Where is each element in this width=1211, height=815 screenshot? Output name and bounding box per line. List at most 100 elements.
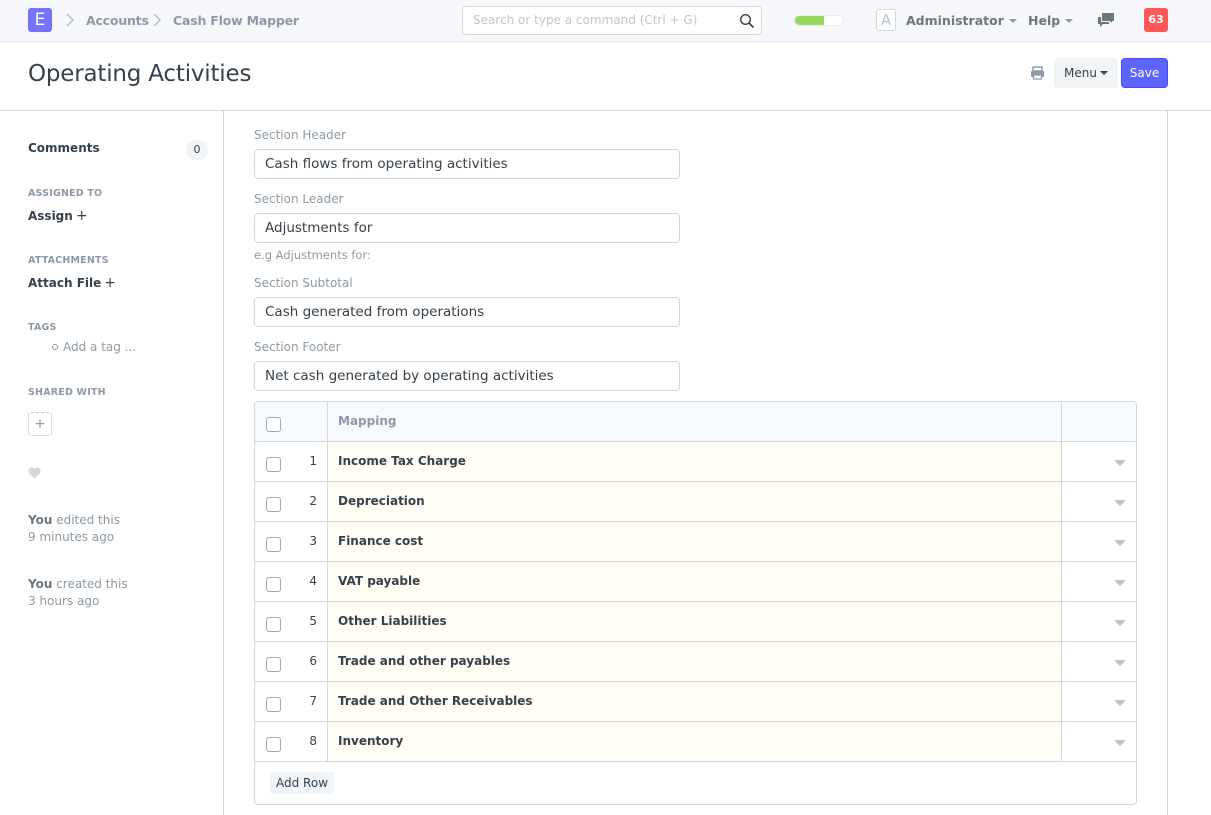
assigned-to-label: ASSIGNED TO	[28, 188, 103, 199]
grid-header: Mapping	[255, 402, 1136, 442]
row-checkbox[interactable]	[266, 497, 281, 512]
section-leader-label: Section Leader	[254, 192, 344, 206]
breadcrumb-accounts[interactable]: Accounts	[86, 13, 149, 28]
app-logo[interactable]: E	[28, 8, 52, 32]
save-button[interactable]: Save	[1121, 58, 1168, 88]
chat-icon[interactable]	[1097, 12, 1115, 28]
shared-with-label: SHARED WITH	[28, 387, 106, 398]
row-checkbox[interactable]	[266, 577, 281, 592]
chevron-right-icon	[66, 13, 75, 27]
mapping-cell[interactable]	[328, 562, 1061, 601]
caret-down-icon	[1099, 70, 1108, 75]
menu-button[interactable]: Menu	[1054, 58, 1118, 88]
row-checkbox[interactable]	[266, 537, 281, 552]
caret-down-icon	[1008, 18, 1017, 23]
help-menu-label: Help	[1028, 13, 1061, 28]
section-header-label: Section Header	[254, 128, 347, 142]
section-subtotal-label: Section Subtotal	[254, 276, 353, 290]
search-input[interactable]	[473, 13, 733, 27]
plus-icon: +	[75, 208, 88, 224]
add-tag-input[interactable]: Add a tag ...	[52, 340, 136, 354]
row-index: 3	[309, 534, 317, 548]
row-edit-caret-icon[interactable]	[1114, 460, 1126, 466]
comments-link[interactable]: Comments	[28, 141, 100, 155]
page-title: Operating Activities	[28, 61, 252, 87]
table-row[interactable]: 3 Finance cost	[255, 522, 1136, 562]
mapping-grid: Mapping 1 Income Tax Charge 2 Depreciation 3…	[254, 401, 1137, 805]
plus-icon: +	[104, 275, 116, 291]
search-icon[interactable]	[739, 13, 755, 29]
help-menu[interactable]: Help	[1028, 13, 1074, 28]
share-add-button[interactable]: +	[28, 412, 52, 436]
mapping-column-header: Mapping	[338, 414, 397, 428]
mapping-value: Finance cost	[338, 534, 424, 548]
table-row[interactable]: 5 Other Liabilities	[255, 602, 1136, 642]
section-subtotal-input[interactable]	[254, 297, 680, 327]
activity-item: You edited this 9 minutes ago	[28, 512, 120, 546]
row-checkbox[interactable]	[266, 657, 281, 672]
comments-count-badge: 0	[186, 140, 208, 160]
activity-item: You created this 3 hours ago	[28, 576, 128, 610]
row-edit-caret-icon[interactable]	[1114, 580, 1126, 586]
section-header-input[interactable]	[254, 149, 680, 179]
mapping-value: Other Liabilities	[338, 614, 447, 628]
row-checkbox[interactable]	[266, 457, 281, 472]
notification-badge[interactable]: 63	[1144, 8, 1168, 32]
row-edit-caret-icon[interactable]	[1114, 660, 1126, 666]
navbar: E Accounts Cash Flow Mapper A Administra…	[0, 0, 1211, 42]
progress-fill	[795, 16, 824, 25]
table-row[interactable]: 1 Income Tax Charge	[255, 442, 1136, 482]
mapping-cell[interactable]	[328, 522, 1061, 561]
caret-down-icon	[1065, 18, 1074, 23]
heart-icon[interactable]	[28, 467, 41, 479]
row-index: 2	[309, 494, 317, 508]
table-row[interactable]: 8 Inventory	[255, 722, 1136, 762]
add-row-button[interactable]: Add Row	[270, 772, 335, 794]
assign-button[interactable]: Assign +	[28, 208, 88, 224]
mapping-cell[interactable]	[328, 482, 1061, 521]
table-row[interactable]: 6 Trade and other payables	[255, 642, 1136, 682]
row-edit-caret-icon[interactable]	[1114, 500, 1126, 506]
mapping-value: Inventory	[338, 734, 404, 748]
mapping-value: Trade and Other Receivables	[338, 694, 533, 708]
table-row[interactable]: 7 Trade and Other Receivables	[255, 682, 1136, 722]
add-tag-label: Add a tag ...	[63, 340, 137, 354]
section-footer-label: Section Footer	[254, 340, 341, 354]
menu-button-label: Menu	[1064, 66, 1097, 80]
activity-time: 3 hours ago	[28, 594, 100, 608]
row-index: 1	[309, 454, 317, 468]
search-bar	[462, 6, 762, 35]
row-edit-caret-icon[interactable]	[1114, 740, 1126, 746]
activity-action: edited this	[56, 513, 120, 527]
progress-bar	[794, 15, 844, 26]
row-edit-caret-icon[interactable]	[1114, 540, 1126, 546]
mapping-value: Depreciation	[338, 494, 425, 508]
row-edit-caret-icon[interactable]	[1114, 700, 1126, 706]
select-all-checkbox[interactable]	[266, 417, 281, 432]
table-row[interactable]: 2 Depreciation	[255, 482, 1136, 522]
user-menu-label: Administrator	[906, 13, 1004, 28]
mapping-value: Trade and other payables	[338, 654, 511, 668]
print-icon[interactable]	[1030, 66, 1045, 80]
assign-label: Assign	[28, 209, 73, 223]
breadcrumb-cash-flow-mapper[interactable]: Cash Flow Mapper	[173, 13, 299, 28]
row-checkbox[interactable]	[266, 697, 281, 712]
user-menu[interactable]: Administrator	[906, 13, 1017, 28]
row-checkbox[interactable]	[266, 617, 281, 632]
page-head: Operating Activities Menu Save	[0, 42, 1211, 111]
mapping-cell[interactable]	[328, 722, 1061, 761]
tags-label: TAGS	[28, 322, 57, 333]
activity-who: You	[28, 577, 53, 591]
row-index: 4	[309, 574, 317, 588]
attach-file-button[interactable]: Attach File +	[28, 275, 116, 291]
row-edit-caret-icon[interactable]	[1114, 620, 1126, 626]
row-checkbox[interactable]	[266, 737, 281, 752]
table-row[interactable]: 4 VAT payable	[255, 562, 1136, 602]
section-footer-input[interactable]	[254, 361, 680, 391]
section-leader-input[interactable]	[254, 213, 680, 243]
activity-time: 9 minutes ago	[28, 530, 115, 544]
row-index: 8	[309, 734, 317, 748]
avatar[interactable]: A	[876, 9, 896, 31]
attach-file-label: Attach File	[28, 276, 102, 290]
form-sidebar: Comments 0 ASSIGNED TO Assign + ATTACHMEN…	[0, 111, 224, 815]
